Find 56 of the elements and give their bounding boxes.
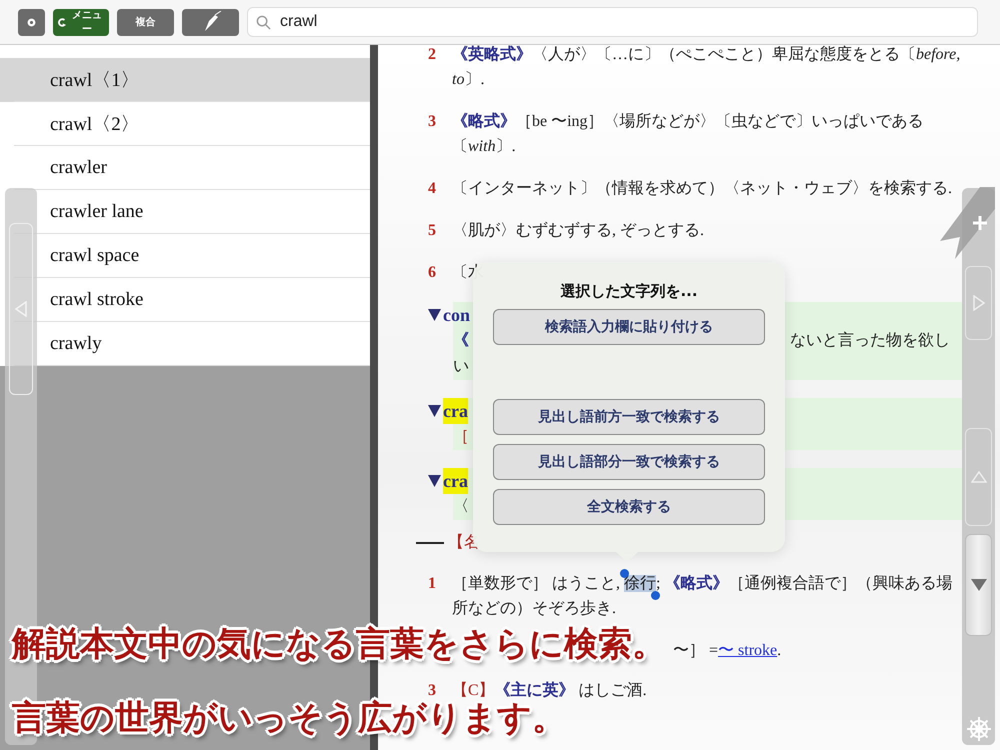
expand-triangle-icon[interactable] <box>428 309 441 321</box>
sense-number: 3 <box>428 112 437 132</box>
phrase-text: ないと言った物を欲し <box>790 330 950 351</box>
word-list-item[interactable]: crawl space <box>0 234 370 278</box>
sense-text: 《略式》［be 〜ing］〈場所などが〉〔虫などで〕いっぱいである〔with〕. <box>452 112 925 157</box>
search-option-button[interactable]: 全文検索する <box>493 489 765 525</box>
phrase-heading[interactable]: cra <box>443 398 468 424</box>
sense-text: ［単数形で］ はうこと, 徐行; 《略式》［通例複合語で］（興味ある場所などの）そぞろ歩き. <box>452 571 964 621</box>
word-list-item[interactable]: crawl stroke <box>0 278 370 322</box>
settings-button[interactable] <box>18 8 45 36</box>
down-triangle-icon <box>970 578 988 592</box>
selection-handle[interactable] <box>651 591 660 600</box>
phrase-heading[interactable]: cra <box>443 468 468 494</box>
compound-button[interactable]: 複合 <box>117 8 174 36</box>
phrase-text: 〈 <box>453 497 469 517</box>
phrase-text: 《 <box>453 330 469 351</box>
sense-text: 〈肌が〉むずむずする, ぞっとする. <box>452 220 704 241</box>
sense-number: 1 <box>428 574 437 594</box>
search-field[interactable]: crawl <box>247 7 978 37</box>
word-list-item[interactable]: crawl〈1〉 <box>0 58 370 102</box>
expand-triangle-icon[interactable] <box>428 405 441 417</box>
right-triangle-icon <box>972 295 986 311</box>
sense-number: 3 <box>428 681 437 701</box>
expand-triangle-icon[interactable] <box>428 475 441 487</box>
word-list-item[interactable]: crawly <box>0 322 370 366</box>
search-option-button[interactable]: 見出し語部分一致で検索する <box>493 444 765 480</box>
phrase-text: い <box>453 357 469 377</box>
left-triangle-icon <box>14 301 28 317</box>
up-triangle-icon <box>970 471 986 483</box>
phrase-heading[interactable]: con <box>443 302 470 328</box>
sense-number: 2 <box>428 45 437 65</box>
paste-button[interactable]: 検索語入力欄に貼り付ける <box>493 309 765 345</box>
word-list-item[interactable]: crawl〈2〉 <box>0 102 370 146</box>
sense-text: 《英略式》〈人が〉〔…に〕（ぺこぺこと）卑屈な態度をとる〔before, to〕. <box>452 44 962 90</box>
sense-number: 4 <box>428 179 437 199</box>
search-option-button[interactable]: 見出し語前方一致で検索する <box>493 399 765 435</box>
word-list-item[interactable]: crawler <box>0 146 370 190</box>
sense-text: 〔水 <box>452 262 484 283</box>
selected-text[interactable]: 徐行 <box>624 575 656 592</box>
menu-button[interactable]: メニュー <box>53 8 109 36</box>
popup-title: 選択した文字列を... <box>560 282 698 301</box>
sense-text: 【C】《主に英》 はしご酒. <box>452 680 647 701</box>
sense-text: 〜］ =〜 stroke. <box>673 642 782 659</box>
promo-caption: 言葉の世界がいっそう広がります。 <box>12 698 566 738</box>
link[interactable]: 〜 stroke <box>718 642 778 659</box>
sense-text: 〔インターネット〕（情報を求めて）〈ネット・ウェブ〉を検索する. <box>452 178 952 199</box>
return-arrow-icon <box>57 16 67 28</box>
sense-number: 6 <box>428 263 437 283</box>
scroll-down-button[interactable] <box>965 534 992 636</box>
promo-caption: 解説本文中の気になる言葉をさらに検索。 <box>12 624 666 664</box>
word-list-item[interactable]: crawler lane <box>0 190 370 234</box>
phrase-text: ［ <box>453 427 469 447</box>
section-heading: 【名 <box>448 532 480 553</box>
sense-number: 5 <box>428 221 437 241</box>
search-icon <box>256 15 271 30</box>
tag-button[interactable] <box>182 8 239 36</box>
